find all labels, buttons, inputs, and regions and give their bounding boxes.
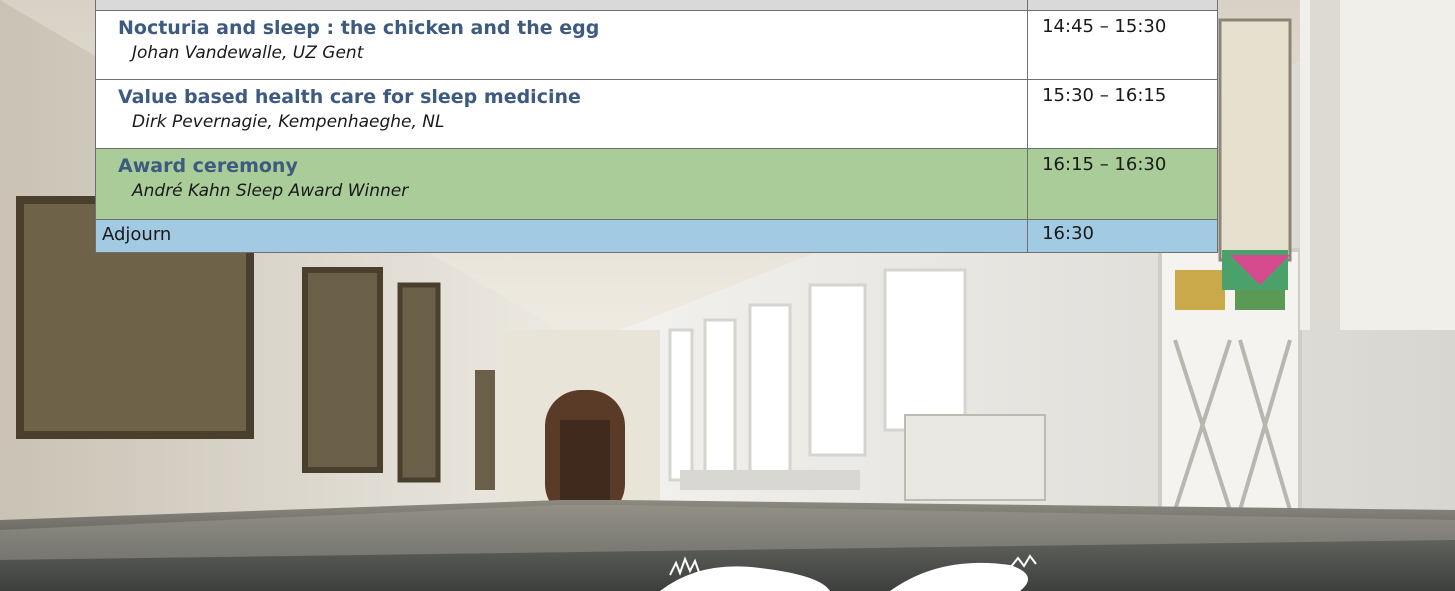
- talk-title: Award ceremony: [118, 155, 298, 177]
- time-slot: 16:15 – 16:30: [1027, 148, 1218, 220]
- talk-cell: Nocturia and sleep : the chicken and the…: [94, 10, 1029, 80]
- talk-title: Value based health care for sleep medici…: [118, 86, 581, 108]
- schedule-row: Value based health care for sleep medici…: [94, 79, 1218, 149]
- talk-speaker: Dirk Pevernagie, Kempenhaeghe, NL: [132, 112, 445, 132]
- time-slot: 15:30 – 16:15: [1027, 79, 1218, 149]
- talk-speaker: André Kahn Sleep Award Winner: [132, 181, 409, 201]
- top-strip-time-cell: [1027, 0, 1218, 11]
- adjourn-label: Adjourn: [102, 224, 172, 245]
- page: Nocturia and sleep : the chicken and the…: [0, 0, 1455, 591]
- schedule-row: Nocturia and sleep : the chicken and the…: [94, 10, 1218, 80]
- adjourn-cell: Adjourn: [94, 219, 1029, 253]
- adjourn-time: 16:30: [1027, 219, 1218, 253]
- table-top-strip: [94, 0, 1218, 11]
- talk-title: Nocturia and sleep : the chicken and the…: [118, 17, 600, 39]
- talk-cell: Award ceremony André Kahn Sleep Award Wi…: [94, 148, 1029, 220]
- time-slot: 14:45 – 15:30: [1027, 10, 1218, 80]
- schedule-row-adjourn: Adjourn 16:30: [94, 219, 1218, 253]
- schedule-table: Nocturia and sleep : the chicken and the…: [94, 0, 1218, 253]
- schedule-row-award: Award ceremony André Kahn Sleep Award Wi…: [94, 148, 1218, 220]
- talk-cell: Value based health care for sleep medici…: [94, 79, 1029, 149]
- top-strip-cell: [94, 0, 1029, 11]
- talk-speaker: Johan Vandewalle, UZ Gent: [132, 43, 364, 63]
